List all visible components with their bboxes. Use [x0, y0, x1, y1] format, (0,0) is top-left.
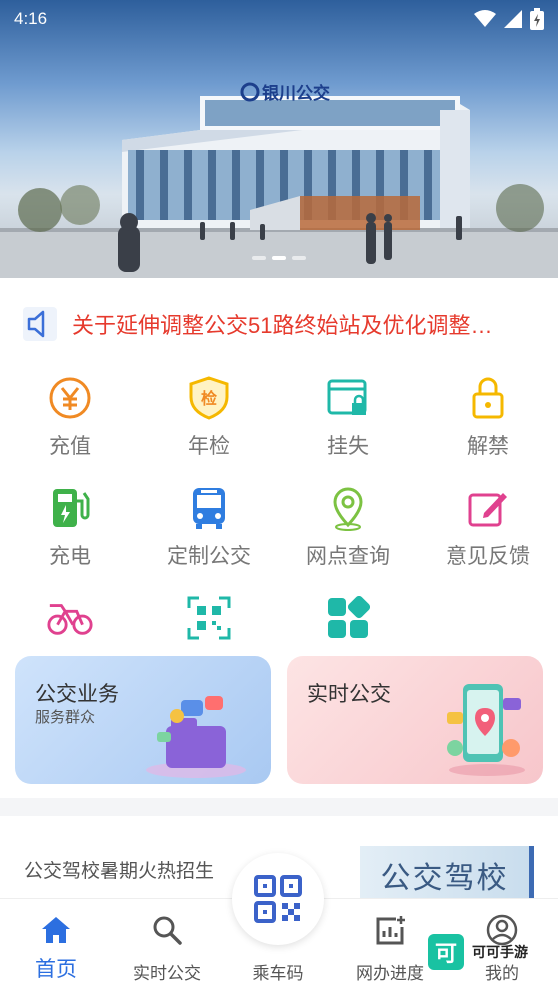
folder-illustration	[146, 696, 246, 778]
banner-image: 银川公交	[0, 82, 558, 278]
card-subtitle: 服务群众	[35, 709, 96, 726]
section-divider	[0, 798, 558, 816]
lock-card-icon	[327, 379, 367, 415]
card-bus-business[interactable]: 公交业务 服务群众	[15, 656, 271, 784]
card-realtime-bus[interactable]: 实时公交	[287, 656, 543, 784]
building-sign: 银川公交	[262, 83, 330, 103]
news-title: 公交驾校暑期火热招生	[24, 861, 215, 882]
grid-label: 解禁	[467, 435, 509, 458]
ride-code-button[interactable]	[232, 853, 324, 945]
grid-item-custom-bus[interactable]: 定制公交	[139, 484, 279, 570]
feedback-edit-icon	[468, 493, 507, 527]
status-bar: 4:16	[0, 0, 558, 38]
nav-label: 首页	[35, 958, 77, 981]
grid-label: 充值	[49, 435, 91, 458]
watermark: 可 可可手游	[428, 934, 528, 970]
grid-label: 年检	[188, 435, 230, 458]
charging-station-icon	[53, 489, 90, 527]
news-thumbnail-text: 公交驾校	[380, 861, 509, 896]
banner-carousel[interactable]: 银川公交 4:16	[0, 0, 558, 278]
home-icon	[42, 917, 70, 943]
notice-text: 关于延伸调整公交51路终始站及优化调整…	[72, 313, 493, 338]
unlock-icon	[472, 377, 504, 419]
qr-code-icon	[254, 875, 302, 923]
grid-label: 定制公交	[167, 545, 251, 568]
grid-item-qr-scan[interactable]	[139, 594, 279, 650]
notice-bar[interactable]: 关于延伸调整公交51路终始站及优化调整…	[20, 302, 540, 346]
carousel-dot-active	[272, 256, 286, 260]
status-icons	[474, 8, 544, 30]
grid-item-outlet-search[interactable]: 网点查询	[278, 484, 418, 570]
grid-item-apps[interactable]	[278, 594, 418, 650]
nav-label: 网办进度	[356, 964, 424, 983]
grid-item-inspection[interactable]: 检 年检	[139, 374, 279, 460]
carousel-dot	[252, 256, 266, 260]
inspection-shield-icon: 检	[189, 376, 229, 420]
yuan-recharge-icon	[49, 377, 91, 419]
grid-label: 充电	[49, 545, 91, 568]
location-pin-icon	[333, 487, 363, 531]
bicycle-icon	[47, 604, 93, 635]
grid-item-bicycle[interactable]	[0, 594, 140, 650]
qr-scan-icon	[187, 596, 231, 640]
grid-item-unlock[interactable]: 解禁	[418, 374, 558, 460]
progress-chart-icon	[376, 916, 405, 945]
card-title: 公交业务	[35, 683, 119, 706]
card-title: 实时公交	[307, 683, 391, 706]
carousel-dot	[292, 256, 306, 260]
grid-item-feedback[interactable]: 意见反馈	[418, 484, 558, 570]
map-phone-illustration	[447, 684, 525, 776]
apps-grid-icon	[328, 596, 370, 638]
search-icon	[153, 916, 182, 945]
nav-progress[interactable]: 网办进度	[340, 913, 440, 984]
status-time: 4:16	[14, 9, 48, 28]
svg-text:检: 检	[201, 389, 217, 408]
grid-label: 网点查询	[306, 545, 390, 568]
wifi-icon	[474, 10, 496, 27]
nav-label-ride-code[interactable]: 乘车码	[228, 959, 328, 984]
watermark-logo: 可	[428, 934, 464, 970]
news-thumbnail: 公交驾校	[360, 846, 534, 904]
grid-label: 意见反馈	[446, 545, 530, 568]
nav-label: 实时公交	[133, 964, 201, 983]
grid-item-charging[interactable]: 充电	[0, 484, 140, 570]
bus-icon	[193, 488, 225, 529]
watermark-text: 可可手游	[472, 944, 528, 960]
grid-item-recharge[interactable]: 充值	[0, 374, 140, 460]
carousel-indicator	[252, 256, 306, 260]
cellular-icon	[504, 10, 522, 28]
nav-realtime[interactable]: 实时公交	[117, 913, 217, 984]
home-content: 关于延伸调整公交51路终始站及优化调整… 充值 检 年检 挂失 解禁 充电 定制…	[0, 278, 558, 798]
nav-home[interactable]: 首页	[6, 913, 106, 983]
battery-icon	[530, 8, 544, 30]
grid-item-report-loss[interactable]: 挂失	[278, 374, 418, 460]
speaker-icon	[20, 304, 60, 344]
grid-label: 挂失	[327, 435, 369, 458]
